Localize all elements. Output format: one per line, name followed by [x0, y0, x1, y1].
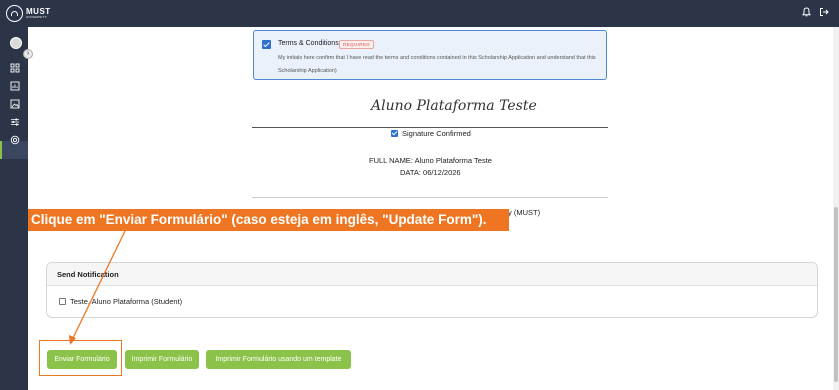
print-form-template-button[interactable]: Imprimir Formulário usando um template — [206, 350, 351, 369]
recipient-checkbox[interactable] — [59, 298, 66, 305]
full-name-text: FULL NAME: Aluno Plataforma Teste — [369, 156, 492, 165]
dashboard-icon[interactable] — [10, 63, 20, 73]
signature-confirmed: Signature Confirmed — [391, 129, 471, 138]
terms-title: Terms & Conditions — [278, 40, 339, 47]
divider — [252, 197, 608, 198]
recipient-label: Teste, Aluno Plataforma (Student) — [70, 297, 183, 306]
sidebar — [0, 27, 28, 390]
university-logo[interactable]: MUST UNIVERSITY — [6, 5, 51, 22]
terms-conditions-box: Terms & Conditions REQUIRED My initials … — [253, 30, 607, 80]
logo-subtitle: UNIVERSITY — [26, 15, 48, 19]
send-form-button[interactable]: Enviar Formulário — [47, 350, 117, 369]
signature-confirmed-label: Signature Confirmed — [402, 129, 471, 138]
print-form-button[interactable]: Imprimir Formulário — [125, 350, 199, 369]
top-bar: MUST UNIVERSITY — [0, 0, 839, 27]
support-icon[interactable] — [10, 135, 20, 145]
send-notification-title: Send Notification — [47, 263, 817, 286]
signature-line — [252, 127, 608, 128]
signature-confirmed-checkbox[interactable] — [391, 130, 398, 137]
settings-sliders-icon[interactable] — [10, 117, 20, 127]
required-badge: REQUIRED — [339, 40, 374, 49]
annotation-banner: Clique em "Enviar Formulário" (caso este… — [28, 209, 509, 231]
notification-recipient-row[interactable]: Teste, Aluno Plataforma (Student) — [59, 297, 182, 306]
image-icon[interactable] — [10, 99, 20, 109]
scrollbar-thumb[interactable] — [834, 207, 838, 382]
date-text: DATA: 06/12/2026 — [400, 168, 461, 177]
sidebar-collapse-button[interactable]: › — [23, 49, 33, 59]
bell-icon[interactable] — [802, 7, 811, 17]
send-notification-panel: Send Notification Teste, Aluno Plataform… — [46, 262, 818, 318]
logo-emblem-icon — [6, 5, 23, 22]
chart-icon[interactable] — [10, 81, 20, 91]
page-scrollbar[interactable] — [833, 27, 839, 390]
terms-text: My initials here confirm that I have rea… — [278, 55, 596, 74]
terms-checkbox[interactable] — [262, 40, 271, 49]
partial-text: y (MUST) — [508, 208, 541, 217]
signature-name: Aluno Plataforma Teste — [371, 98, 537, 114]
avatar[interactable] — [10, 37, 22, 49]
logout-icon[interactable] — [819, 7, 829, 17]
